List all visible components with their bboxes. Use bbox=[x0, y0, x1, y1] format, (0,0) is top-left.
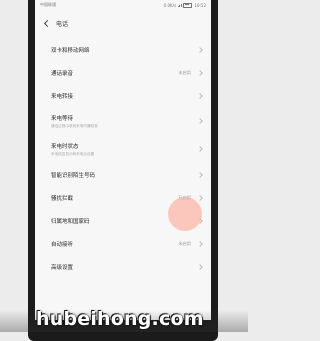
header: 电话 bbox=[35, 12, 211, 34]
chevron-right-icon bbox=[197, 194, 203, 201]
chevron-right-icon bbox=[197, 240, 203, 247]
row-label: 智能识别陌生号码 bbox=[51, 172, 96, 179]
chevron-right-icon bbox=[197, 263, 203, 270]
page-title: 电话 bbox=[56, 20, 69, 28]
chevron-right-icon bbox=[197, 46, 203, 53]
battery-icon bbox=[183, 2, 193, 8]
chevron-right-icon bbox=[197, 146, 203, 152]
phone-screen: 中国联通 0.0K/s 10:52 电话 双卡和移动网络 通话录音 未启用 来电… bbox=[35, 0, 211, 320]
watermark-text: hubeihong.com bbox=[36, 308, 204, 330]
chevron-right-icon bbox=[197, 118, 203, 124]
chevron-right-icon bbox=[197, 92, 203, 99]
settings-list: 双卡和移动网络 通话录音 未启用 来电转接 来电等待 通话过程中收到来电时通知我… bbox=[35, 38, 211, 278]
touch-indicator bbox=[168, 197, 202, 231]
settings-row-call-forwarding[interactable]: 来电转接 bbox=[35, 84, 211, 107]
row-label: 来电等待 bbox=[51, 116, 74, 122]
settings-row-call-waiting[interactable]: 来电等待 通话过程中收到来电时通知我 bbox=[35, 107, 211, 135]
row-value: 未启用 bbox=[178, 69, 191, 75]
settings-row-incoming-status[interactable]: 来电时状态 来电信息显示和来电后设置 bbox=[35, 135, 211, 163]
settings-row-advanced[interactable]: 高级设置 bbox=[35, 255, 211, 278]
row-label: 通话录音 bbox=[51, 70, 74, 77]
back-arrow-icon[interactable] bbox=[43, 19, 52, 27]
settings-row-call-recording[interactable]: 通话录音 未启用 bbox=[35, 61, 211, 84]
clock: 10:52 bbox=[194, 2, 206, 8]
row-label: 来电转接 bbox=[51, 93, 74, 100]
carrier-label: 中国联通 bbox=[40, 2, 56, 7]
row-label: 骚扰拦截 bbox=[51, 195, 74, 202]
row-label: 高级设置 bbox=[51, 264, 74, 271]
row-label: 来电时状态 bbox=[51, 144, 79, 150]
status-bar: 中国联通 0.0K/s 10:52 bbox=[35, 0, 211, 12]
chevron-right-icon bbox=[197, 69, 203, 76]
phone-frame: 中国联通 0.0K/s 10:52 电话 双卡和移动网络 通话录音 未启用 来电… bbox=[28, 0, 218, 341]
row-subtitle: 来电信息显示和来电后设置 bbox=[51, 152, 95, 156]
row-label: 双卡和移动网络 bbox=[51, 47, 90, 54]
row-value: 未启用 bbox=[178, 240, 191, 246]
signal-icon bbox=[178, 3, 182, 7]
row-subtitle: 通话过程中收到来电时通知我 bbox=[51, 124, 98, 128]
status-right: 0.0K/s 10:52 bbox=[163, 2, 206, 8]
row-label: 自动接听 bbox=[51, 241, 74, 248]
settings-row-dual-sim[interactable]: 双卡和移动网络 bbox=[35, 38, 211, 61]
network-speed: 0.0K/s bbox=[163, 2, 177, 8]
chevron-right-icon bbox=[197, 171, 203, 178]
settings-row-smart-identify[interactable]: 智能识别陌生号码 bbox=[35, 163, 211, 186]
row-label: 归属地和国家码 bbox=[51, 218, 90, 225]
settings-row-auto-answer[interactable]: 自动接听 未启用 bbox=[35, 232, 211, 255]
